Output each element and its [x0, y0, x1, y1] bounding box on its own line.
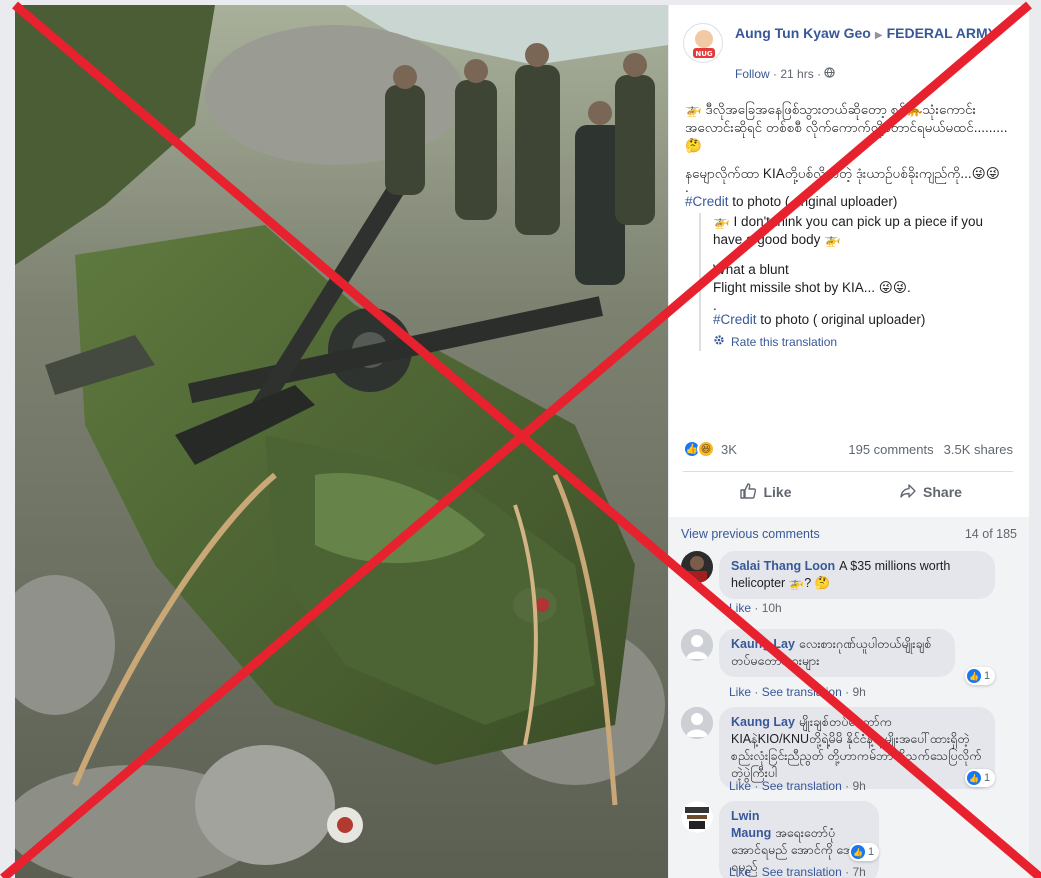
- comment-like-link[interactable]: Like: [729, 865, 751, 878]
- post-stats: 👍 😆 3K 195 comments 3.5K shares: [683, 435, 1013, 463]
- commenter-avatar[interactable]: [681, 801, 713, 833]
- share-count[interactable]: 3.5K shares: [944, 442, 1013, 457]
- post-photo[interactable]: [15, 5, 668, 878]
- credit-hashtag[interactable]: #Credit: [685, 194, 729, 209]
- thumbs-up-icon: [739, 482, 757, 503]
- post-meta: Follow · 21 hrs ·: [735, 67, 836, 81]
- commenter-name[interactable]: Kaung Lay: [731, 715, 795, 729]
- post-text: 🚁 ဒီလိုအခြေအနေဖြစ်သွားတယ်ဆိုတော့ စစ်🐆သုံ…: [685, 101, 1015, 351]
- translation-credit-hashtag[interactable]: #Credit: [713, 312, 757, 327]
- post-author-line: Aung Tun Kyaw Geo ▶ FEDERAL ARMY: [735, 24, 1005, 45]
- translation-dot: .: [713, 298, 717, 313]
- translation-credit-line: #Credit to photo ( original uploader): [713, 311, 1015, 329]
- comments-section: View previous comments 14 of 185 Salai T…: [669, 517, 1029, 878]
- translation-line: 🚁 I don't think you can pick up a piece …: [713, 214, 984, 247]
- comment-reaction-count: 1: [984, 670, 991, 682]
- see-translation-link[interactable]: See translation: [762, 865, 842, 878]
- comment-time[interactable]: 9h: [852, 779, 865, 793]
- post-paragraph: နမျောလိုက်ထာ KIAတို့ပစ်လိုက်တဲ့ ဒုံးယာဉ်…: [685, 166, 1000, 181]
- like-reaction-icon: 👍: [967, 771, 981, 785]
- like-reaction-icon: 👍: [967, 669, 981, 683]
- commenter-avatar[interactable]: [681, 707, 713, 739]
- rate-translation-label: Rate this translation: [731, 335, 838, 349]
- post-time[interactable]: 21 hrs: [780, 67, 813, 81]
- stats-right: 195 comments 3.5K shares: [848, 442, 1013, 457]
- helicopter-wreck-image: [15, 5, 668, 878]
- commenter-name[interactable]: Salai Thang Loon: [731, 559, 835, 573]
- author-name[interactable]: Aung Tun Kyaw Geo: [735, 25, 871, 41]
- translation-line: What a blunt: [713, 262, 789, 277]
- comment-item: Salai Thang Loon A $35 millions worth hel…: [681, 551, 1017, 615]
- group-name[interactable]: FEDERAL ARMY: [887, 25, 997, 41]
- like-button[interactable]: Like: [683, 477, 848, 507]
- svg-text:NUG: NUG: [695, 50, 713, 58]
- translation-credit-text: to photo ( original uploader): [756, 312, 926, 327]
- divider: [683, 471, 1013, 472]
- post-actions: Like Share: [683, 477, 1013, 507]
- post-paragraph: 🚁 ဒီလိုအခြေအနေဖြစ်သွားတယ်ဆိုတော့ စစ်🐆သုံ…: [685, 102, 1008, 153]
- rate-translation[interactable]: Rate this translation: [713, 333, 1015, 351]
- comment-action-separator: ·: [754, 865, 762, 878]
- comment-bubble: Kaung Lay မျိုးချစ်တပ်မတော်က KIAနဲ့KIO/KN…: [719, 707, 995, 789]
- credit-text: to photo ( original uploader): [728, 194, 898, 209]
- post-header: NUG Aung Tun Kyaw Geo ▶ FEDERAL ARMY Follo…: [683, 19, 1017, 85]
- translation-block: 🚁 I don't think you can pick up a piece …: [699, 213, 1015, 351]
- share-arrow-icon: [899, 482, 917, 503]
- comment-item: Kaung Lay လေးစားဂုဏ်ယူပါတယ်မျိုးချစ် တပ်မ…: [681, 629, 1017, 699]
- comment-reaction-badge[interactable]: 👍 1: [849, 843, 880, 861]
- follow-link[interactable]: Follow: [735, 67, 770, 81]
- commenter-avatar[interactable]: [681, 551, 713, 583]
- author-avatar[interactable]: NUG: [683, 23, 723, 63]
- comment-pagination: 14 of 185: [964, 527, 1017, 541]
- screenshot-stage: NUG Aung Tun Kyaw Geo ▶ FEDERAL ARMY Follo…: [0, 0, 1041, 878]
- like-label: Like: [763, 484, 792, 500]
- comment-like-link[interactable]: Like: [729, 601, 751, 615]
- comment-count[interactable]: 195 comments: [848, 442, 933, 457]
- translation-line: Flight missile shot by KIA... 😜😜.: [713, 280, 911, 295]
- reaction-summary[interactable]: 👍 😆 3K: [683, 440, 737, 458]
- comment-reaction-badge[interactable]: 👍 1: [965, 769, 996, 787]
- reaction-count: 3K: [721, 441, 737, 457]
- comment-actions: Like · See translation · 9h: [729, 779, 866, 793]
- comment-action-separator: ·: [754, 779, 762, 793]
- see-translation-link[interactable]: See translation: [762, 779, 842, 793]
- comment-reaction-badge[interactable]: 👍 1: [965, 667, 996, 685]
- comment-actions: Like · See translation · 7h: [729, 865, 866, 878]
- comment-actions: Like · 10h: [729, 601, 782, 615]
- post-panel: NUG Aung Tun Kyaw Geo ▶ FEDERAL ARMY Follo…: [669, 5, 1029, 878]
- view-previous-comments[interactable]: View previous comments: [681, 527, 820, 541]
- comment-reaction-count: 1: [984, 772, 991, 784]
- comment-bubble: Salai Thang Loon A $35 millions worth hel…: [719, 551, 995, 599]
- caret-right-icon: ▶: [874, 30, 883, 41]
- post-dot: .: [685, 180, 689, 195]
- comment-bubble: Kaung Lay လေးစားဂုဏ်ယူပါတယ်မျိုးချစ် တပ်မ…: [719, 629, 955, 677]
- comment-time[interactable]: 7h: [852, 865, 865, 878]
- comment-action-separator: ·: [754, 685, 762, 699]
- gear-icon: [713, 333, 725, 351]
- comment-time[interactable]: 10h: [762, 601, 782, 615]
- commenter-name[interactable]: Kaung Lay: [731, 637, 795, 651]
- comment-like-link[interactable]: Like: [729, 685, 751, 699]
- comment-item: Lwin Maung အရေးတော်ပုံ အောင်ရမည် အောင်ကို…: [681, 801, 1017, 878]
- commenter-name[interactable]: Lwin Maung: [731, 809, 771, 840]
- like-reaction-icon: 👍: [851, 845, 865, 859]
- commenter-avatar[interactable]: [681, 629, 713, 661]
- share-button[interactable]: Share: [848, 477, 1013, 507]
- comment-like-link[interactable]: Like: [729, 779, 751, 793]
- share-label: Share: [923, 484, 962, 500]
- comment-item: Kaung Lay မျိုးချစ်တပ်မတော်က KIAနဲ့KIO/KN…: [681, 707, 1017, 793]
- comment-time[interactable]: 9h: [852, 685, 865, 699]
- globe-icon: [824, 67, 836, 81]
- comment-reaction-count: 1: [868, 846, 875, 858]
- credit-line: #Credit to photo ( original uploader): [685, 193, 1015, 211]
- see-translation-link[interactable]: See translation: [762, 685, 842, 699]
- comment-actions: Like · See translation · 9h: [729, 685, 866, 699]
- comment-action-separator: ·: [754, 601, 762, 615]
- haha-reaction-icon: 😆: [697, 440, 715, 458]
